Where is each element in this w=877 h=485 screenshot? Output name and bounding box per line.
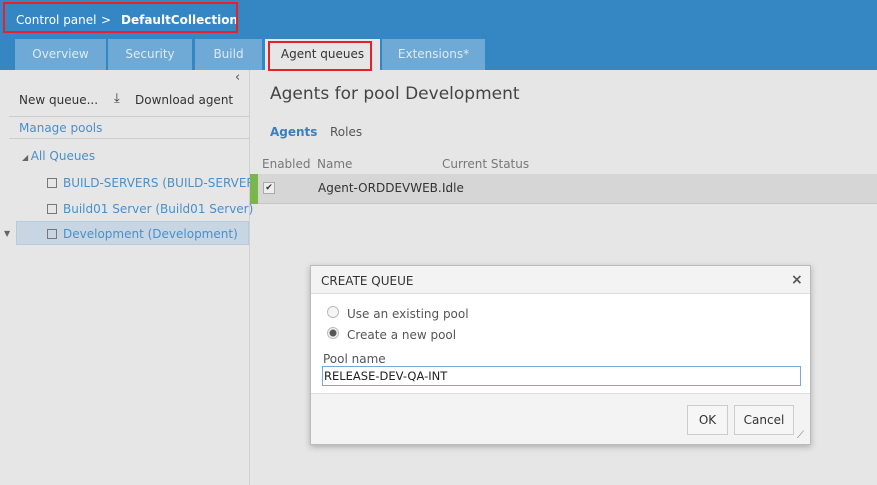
download-agent-button[interactable]: Download agent — [135, 93, 233, 107]
tab-overview[interactable]: Overview — [15, 39, 106, 70]
download-icon: ⤓ — [114, 91, 120, 106]
radio-new-pool[interactable] — [327, 327, 339, 339]
expand-icon: ◢ — [22, 153, 31, 162]
subtab-roles[interactable]: Roles — [330, 125, 362, 139]
subtab-agents[interactable]: Agents — [270, 125, 317, 139]
page-title: Agents for pool Development — [270, 84, 520, 104]
tree-item[interactable]: Build01 Server (Build01 Server) — [47, 197, 253, 221]
enabled-checkbox[interactable]: ✔ — [263, 182, 275, 194]
column-name[interactable]: Name — [317, 157, 352, 171]
agent-status: Idle — [442, 181, 464, 195]
tree-item-selected[interactable]: Development (Development) — [47, 222, 238, 246]
highlight-box — [3, 2, 238, 33]
pool-name-label: Pool name — [323, 352, 386, 366]
label-new-pool: Create a new pool — [347, 328, 457, 342]
ok-button[interactable]: OK — [687, 405, 728, 435]
highlight-box — [268, 41, 372, 71]
queue-icon — [47, 178, 57, 188]
dropdown-icon[interactable]: ▼ — [4, 229, 10, 238]
new-queue-button[interactable]: New queue... — [19, 93, 98, 107]
agent-name: Agent-ORDDEVWEB... — [318, 181, 450, 195]
enabled-indicator — [250, 174, 258, 204]
column-enabled[interactable]: Enabled — [262, 157, 311, 171]
tab-build[interactable]: Build — [195, 39, 262, 70]
close-icon[interactable]: × — [791, 272, 803, 288]
tree-item[interactable]: BUILD-SERVERS (BUILD-SERVERS) — [47, 171, 267, 195]
divider — [9, 116, 249, 117]
radio-existing-pool[interactable] — [327, 306, 339, 318]
resize-grip-icon[interactable]: ⟋ — [797, 430, 804, 441]
collapse-icon[interactable]: ‹ — [235, 70, 240, 85]
queue-icon — [47, 204, 57, 214]
column-status[interactable]: Current Status — [442, 157, 529, 171]
create-queue-dialog: CREATE QUEUE × Use an existing pool Crea… — [310, 265, 811, 445]
queue-icon — [47, 229, 57, 239]
dialog-title: CREATE QUEUE — [321, 274, 414, 288]
tab-extensions[interactable]: Extensions* — [382, 39, 485, 70]
label-existing-pool: Use an existing pool — [347, 307, 469, 321]
divider — [9, 138, 249, 139]
tree-all-queues[interactable]: ◢ All Queues — [22, 144, 95, 168]
tab-security[interactable]: Security — [108, 39, 192, 70]
manage-pools-link[interactable]: Manage pools — [19, 121, 102, 135]
cancel-button[interactable]: Cancel — [734, 405, 794, 435]
pool-name-input[interactable] — [322, 366, 801, 386]
